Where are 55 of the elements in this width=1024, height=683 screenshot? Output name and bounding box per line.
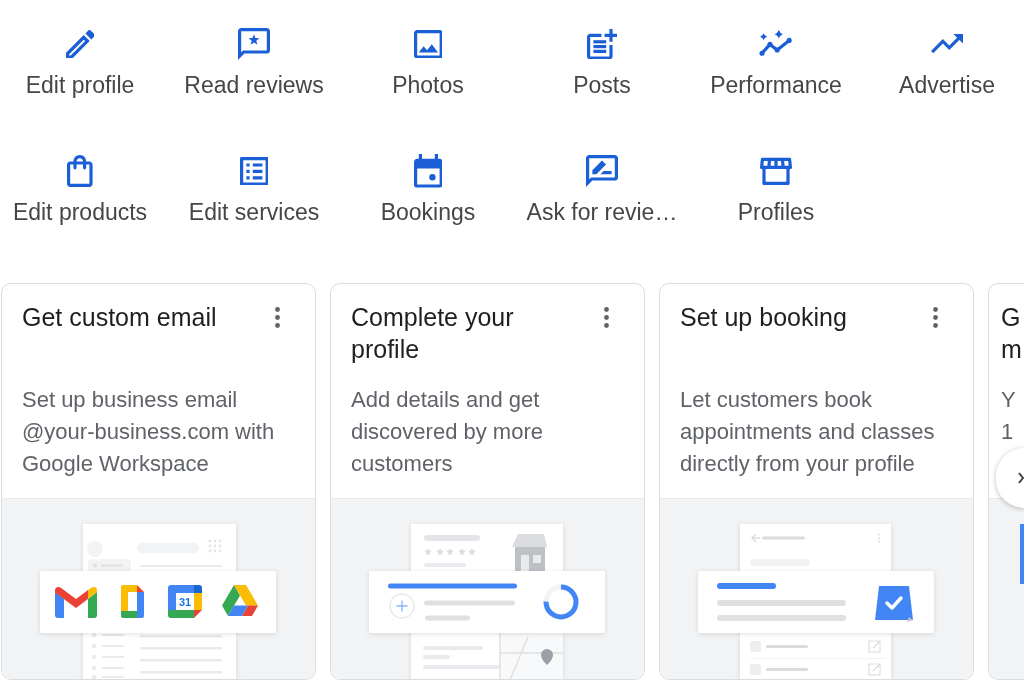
star-icon xyxy=(424,547,432,556)
image-icon xyxy=(413,29,443,59)
pen-bubble-icon xyxy=(586,155,618,187)
star-icon xyxy=(436,547,444,556)
house-icon xyxy=(512,534,547,571)
sparkle-chart-icon xyxy=(758,30,794,58)
list-icon xyxy=(239,156,269,186)
card-description: Add details and get discovered by more customers xyxy=(351,386,544,478)
vertical-dots-icon xyxy=(603,306,609,328)
vertical-dots-icon xyxy=(932,306,938,328)
external-link-icon xyxy=(868,640,881,653)
quick-action-button[interactable]: Advertise xyxy=(899,24,995,105)
quick-action-button[interactable]: Profiles xyxy=(737,151,815,232)
quick-action-button[interactable]: Edit services xyxy=(188,151,320,232)
quick-action-button[interactable]: Posts xyxy=(573,24,631,105)
card-title: Complete your profile xyxy=(351,302,515,365)
plus-icon xyxy=(389,593,415,619)
suggestion-card[interactable]: G m Y 1 xyxy=(988,283,1024,680)
card-title: G m xyxy=(1001,302,1023,365)
star-icon xyxy=(468,547,476,556)
quick-action-button[interactable]: Read reviews xyxy=(184,24,324,105)
quick-action-button[interactable]: Edit profile xyxy=(25,24,135,105)
shopping-bag-icon xyxy=(67,155,93,187)
document-icon xyxy=(121,585,144,618)
chevron-right-icon xyxy=(1018,472,1024,484)
suggestion-card[interactable]: Set up booking Let customers book appointments and classes directly from your profile xyxy=(659,283,974,680)
quick-action-button[interactable]: Photos xyxy=(392,24,464,105)
document-plus-icon xyxy=(586,28,618,60)
quick-action-button[interactable]: Ask for revie… xyxy=(526,151,678,232)
map-pin-icon xyxy=(541,649,553,665)
external-link-icon xyxy=(868,663,881,676)
star-icon xyxy=(446,547,454,556)
panel-edge-drawing xyxy=(1020,524,1024,584)
vertical-dots-icon xyxy=(274,306,280,328)
star-bubble-icon xyxy=(238,28,270,60)
triangle-icon xyxy=(222,585,258,616)
card-title: Set up booking xyxy=(680,302,847,333)
calendar-check-icon xyxy=(875,586,913,622)
card-description: Let customers book appointments and classes directly from your profile xyxy=(680,386,936,478)
card-description: Set up business email @your-business.com with Google Workspace xyxy=(22,386,276,478)
star-icon xyxy=(458,547,466,556)
mail-icon xyxy=(55,586,97,618)
suggestion-card[interactable]: Get custom email Set up business email @your-business.com with Google Workspace 31 xyxy=(1,283,316,680)
suggestion-card[interactable]: Complete your profile Add details and get discovered by more customers xyxy=(330,283,645,680)
pencil-icon xyxy=(65,29,95,59)
back-arrow-icon xyxy=(751,533,761,543)
quick-action-button[interactable]: Performance xyxy=(710,24,842,105)
quick-action-button[interactable]: Edit products xyxy=(12,151,148,232)
card-description: Y 1 xyxy=(1001,386,1017,446)
trend-arrow-icon xyxy=(931,34,963,54)
quick-action-button[interactable]: Bookings xyxy=(380,151,476,232)
card-title: Get custom email xyxy=(22,302,217,333)
calendar-icon xyxy=(413,154,443,188)
storefront-icon xyxy=(760,156,792,186)
progress-ring-icon xyxy=(543,584,579,620)
